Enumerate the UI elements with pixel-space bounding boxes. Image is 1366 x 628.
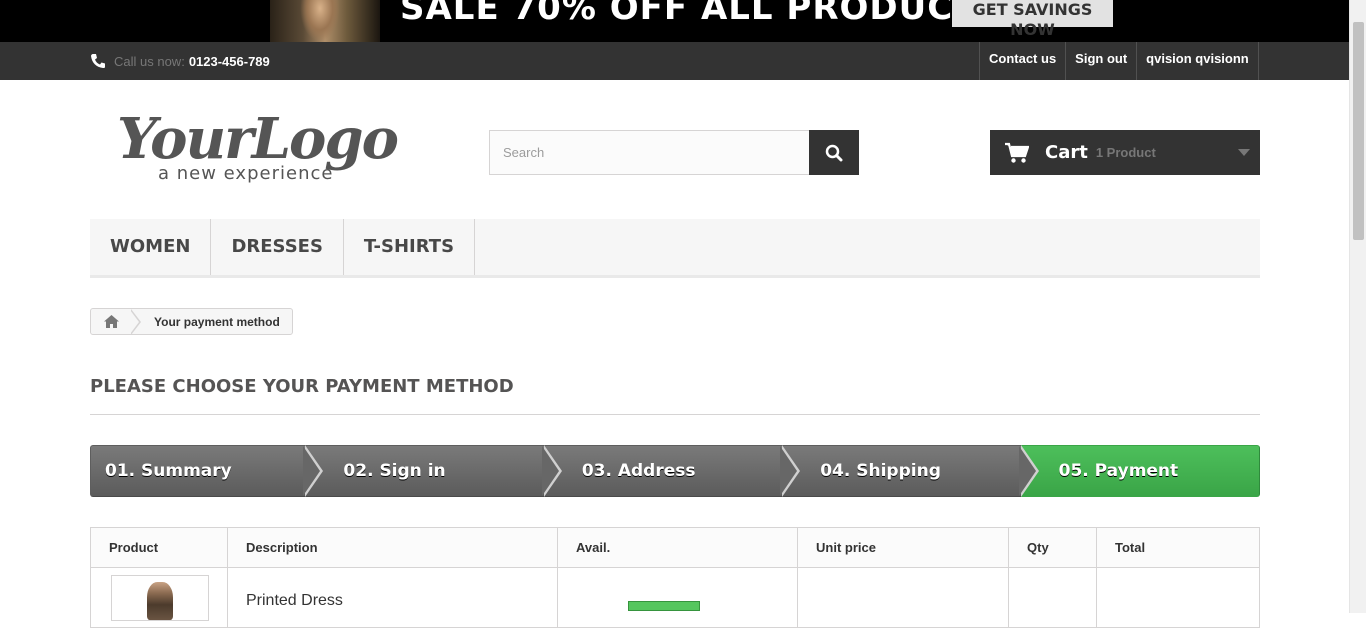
description-cell: Printed Dress (227, 567, 558, 628)
menu-item-dresses[interactable]: DRESSES (211, 219, 344, 275)
phone-number: 0123-456-789 (188, 53, 270, 69)
availability-cell (557, 567, 798, 628)
total-cell (1096, 567, 1260, 628)
menu-item-tshirts[interactable]: T-SHIRTS (344, 219, 476, 275)
breadcrumb: Your payment method (90, 308, 293, 335)
promo-banner[interactable]: SALE 70% OFF ALL PRODUCTS GET SAVINGS NO… (0, 0, 1349, 42)
column-header-total: Total (1096, 527, 1260, 568)
column-header-availability: Avail. (557, 527, 798, 568)
page-scrollbar[interactable] (1349, 0, 1366, 613)
search-box (489, 130, 859, 175)
store-logo[interactable]: YourLogo a new experience (115, 100, 405, 185)
menu-item-women[interactable]: WOMEN (90, 219, 212, 275)
column-header-product: Product (90, 527, 228, 568)
qty-cell (1008, 567, 1097, 628)
home-icon (103, 315, 119, 328)
step-address[interactable]: 03. Address (543, 445, 801, 497)
column-header-qty: Qty (1008, 527, 1097, 568)
step-label: 01. Summary (105, 461, 232, 481)
checkout-steps: 01. Summary 02. Sign in 03. Address 04. … (90, 445, 1261, 497)
contact-us-link[interactable]: Contact us (979, 42, 1065, 80)
step-label: 03. Address (581, 461, 696, 481)
banner-headline: SALE 70% OFF ALL PRODUCTS (400, 0, 1003, 28)
step-sign-in[interactable]: 02. Sign in (305, 445, 562, 497)
call-label: Call us now: (114, 53, 185, 69)
banner-model-image (270, 0, 380, 42)
product-cell (90, 567, 228, 628)
unit-price-cell (797, 567, 1009, 628)
product-name-link[interactable]: Printed Dress (246, 576, 539, 610)
get-savings-button[interactable]: GET SAVINGS NOW (952, 0, 1113, 39)
cart-button[interactable]: Cart 1 Product (990, 130, 1260, 175)
cart-icon (1005, 142, 1029, 163)
sign-out-link[interactable]: Sign out (1065, 42, 1136, 80)
account-link[interactable]: qvision qvisionn (1136, 42, 1259, 80)
in-stock-badge (628, 601, 700, 611)
cart-count: 1 Product (1095, 145, 1156, 160)
svg-text:a new experience: a new experience (158, 163, 333, 184)
breadcrumb-separator (130, 308, 141, 335)
scrollbar-thumb[interactable] (1353, 22, 1364, 240)
table-row: Printed Dress (90, 567, 1260, 628)
step-label: 02. Sign in (343, 461, 446, 481)
main-menu: WOMEN DRESSES T-SHIRTS (90, 219, 1260, 278)
page-title: PLEASE CHOOSE YOUR PAYMENT METHOD (90, 376, 1260, 415)
header-links: Contact us Sign out qvision qvisionn (979, 42, 1259, 80)
chevron-down-icon (1238, 149, 1250, 156)
step-label: 05. Payment (1058, 461, 1179, 481)
cart-label: Cart (1045, 142, 1088, 163)
step-summary[interactable]: 01. Summary (90, 445, 324, 497)
call-us: Call us now: 0123-456-789 (90, 42, 270, 80)
breadcrumb-current: Your payment method (154, 314, 280, 329)
search-icon (825, 144, 843, 161)
step-payment: 05. Payment (1020, 445, 1261, 497)
step-shipping[interactable]: 04. Shipping (782, 445, 1039, 497)
search-button[interactable] (809, 130, 859, 175)
top-nav-bar: Call us now: 0123-456-789 Contact us Sig… (0, 42, 1349, 80)
table-header-row: Product Description Avail. Unit price Qt… (90, 527, 1260, 568)
column-header-description: Description (227, 527, 558, 568)
product-thumbnail[interactable] (111, 575, 209, 621)
breadcrumb-home[interactable] (91, 309, 131, 334)
step-label: 04. Shipping (820, 461, 941, 481)
phone-icon (91, 54, 105, 68)
column-header-unit-price: Unit price (797, 527, 1009, 568)
search-input[interactable] (489, 130, 809, 175)
